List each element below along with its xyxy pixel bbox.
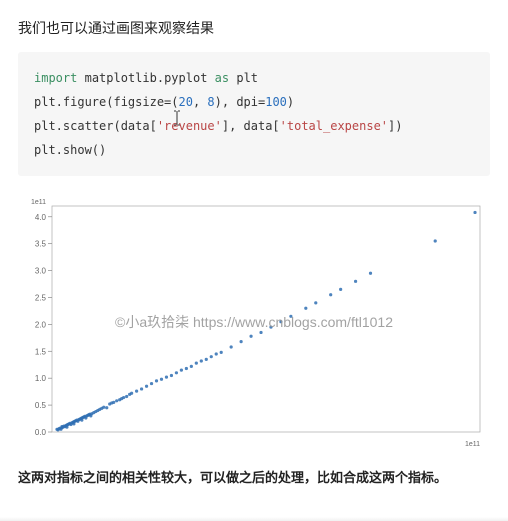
chart-svg: 0.0 0.5 1.0 1.5 2.0 2.5 3.0 3.5 4.0 1e11 1e11 [18, 194, 490, 454]
code-block: import matplotlib.pyplot as plt plt.figu… [18, 52, 490, 176]
code-text: plt.scatter(data[ [34, 119, 157, 133]
conclusion-text: 这两对指标之间的相关性较大，可以做之后的处理，比如合成这两个指标。 [18, 468, 490, 489]
code-number: 100 [265, 95, 287, 109]
svg-text:2.0: 2.0 [35, 320, 47, 329]
code-keyword-as: as [215, 71, 229, 85]
svg-text:4.0: 4.0 [35, 213, 47, 222]
svg-text:0.5: 0.5 [35, 401, 47, 410]
svg-text:1e11: 1e11 [465, 441, 480, 448]
code-text: ]) [388, 119, 402, 133]
code-text: ], data[ [222, 119, 280, 133]
code-text: ) [287, 95, 294, 109]
svg-text:3.0: 3.0 [35, 267, 47, 276]
code-module: matplotlib.pyplot [85, 71, 208, 85]
page-shadow [0, 517, 508, 521]
code-number: 20 [179, 95, 193, 109]
code-text: plt.figure(figsize=( [34, 95, 179, 109]
svg-text:3.5: 3.5 [35, 240, 47, 249]
code-text: , [193, 95, 207, 109]
code-alias: plt [236, 71, 258, 85]
svg-text:1e11: 1e11 [31, 199, 46, 206]
document-page: 我们也可以通过画图来观察结果 import matplotlib.pyplot … [0, 0, 508, 521]
svg-text:0.0: 0.0 [35, 428, 47, 437]
svg-text:1.0: 1.0 [35, 374, 47, 383]
svg-text:1.5: 1.5 [35, 347, 47, 356]
scatter-chart: 0.00.51.01.52.02.53.03.54.01e111e11 ©小a玖… [18, 194, 490, 454]
code-keyword-import: import [34, 71, 77, 85]
svg-text:2.5: 2.5 [35, 293, 47, 302]
code-number: 8 [207, 95, 214, 109]
intro-text: 我们也可以通过画图来观察结果 [18, 18, 490, 38]
code-string: 'revenue' [157, 119, 222, 133]
code-string: 'total_expense' [280, 119, 388, 133]
code-text: ), dpi= [215, 95, 266, 109]
code-text: plt.show() [34, 143, 106, 157]
